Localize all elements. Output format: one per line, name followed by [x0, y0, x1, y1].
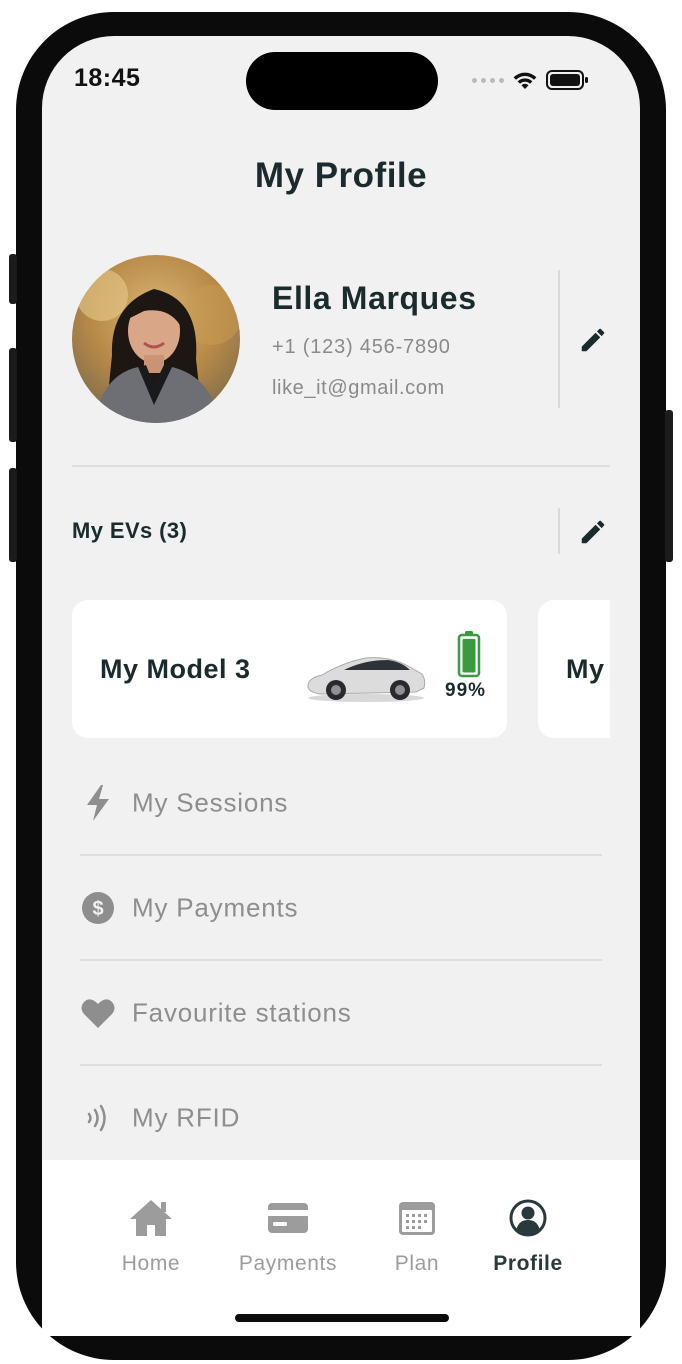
user-email: like_it@gmail.com: [272, 377, 445, 399]
tab-home[interactable]: Home: [86, 1190, 216, 1290]
cellular-signal-icon: [472, 77, 504, 83]
wifi-icon: [513, 72, 537, 89]
menu-item-my-payments[interactable]: $ My Payments: [80, 856, 602, 960]
user-name: Ella Marques: [272, 280, 477, 316]
status-icons: [472, 66, 590, 94]
menu-label: Favourite stations: [132, 997, 352, 1028]
rfid-icon: [80, 1066, 116, 1170]
section-divider: [72, 465, 610, 467]
lightning-icon: [80, 751, 116, 855]
card-icon: [222, 1190, 354, 1246]
tab-profile[interactable]: Profile: [463, 1190, 593, 1290]
menu-item-my-sessions[interactable]: My Sessions: [80, 751, 602, 855]
mute-switch: [9, 254, 17, 304]
profile-icon: [463, 1190, 593, 1246]
edit-evs-button[interactable]: [573, 512, 613, 552]
ev-card-partial[interactable]: My: [538, 600, 610, 738]
volume-down-button: [9, 468, 17, 562]
ev-name: My Model 3: [100, 654, 251, 684]
battery-level-icon: [457, 631, 481, 678]
home-indicator: [235, 1314, 449, 1322]
menu-item-my-rfid[interactable]: My RFID: [80, 1066, 602, 1170]
svg-text:$: $: [92, 898, 103, 920]
menu-label: My Payments: [132, 892, 299, 923]
my-evs-title: My EVs (3): [72, 518, 188, 543]
user-phone: +1 (123) 456-7890: [272, 336, 451, 358]
battery-status-icon: [546, 70, 588, 90]
profile-divider: [558, 270, 560, 408]
ev-card[interactable]: My Model 3 99%: [72, 600, 507, 738]
edit-profile-button[interactable]: [573, 320, 613, 360]
ev-name: My: [566, 654, 605, 684]
dollar-icon: $: [80, 856, 116, 960]
dynamic-island: [246, 52, 438, 110]
tab-label: Home: [121, 1252, 181, 1275]
avatar[interactable]: [72, 255, 240, 423]
home-icon: [86, 1190, 216, 1246]
heart-icon: [80, 961, 116, 1065]
tab-label: Profile: [493, 1252, 563, 1275]
car-image: [307, 657, 426, 702]
pencil-icon: [581, 520, 605, 544]
tab-payments[interactable]: Payments: [222, 1190, 354, 1290]
evs-divider: [558, 508, 560, 554]
power-button: [665, 410, 673, 562]
menu-label: My Sessions: [132, 787, 289, 818]
menu-item-favourite-stations[interactable]: Favourite stations: [80, 961, 602, 1065]
tab-label: Payments: [238, 1252, 338, 1275]
battery-percentage: 99%: [445, 680, 487, 701]
page-title: My Profile: [254, 156, 428, 195]
pencil-icon: [581, 328, 605, 352]
volume-up-button: [9, 348, 17, 442]
status-time: 18:45: [74, 64, 141, 92]
menu-label: My RFID: [132, 1102, 241, 1133]
